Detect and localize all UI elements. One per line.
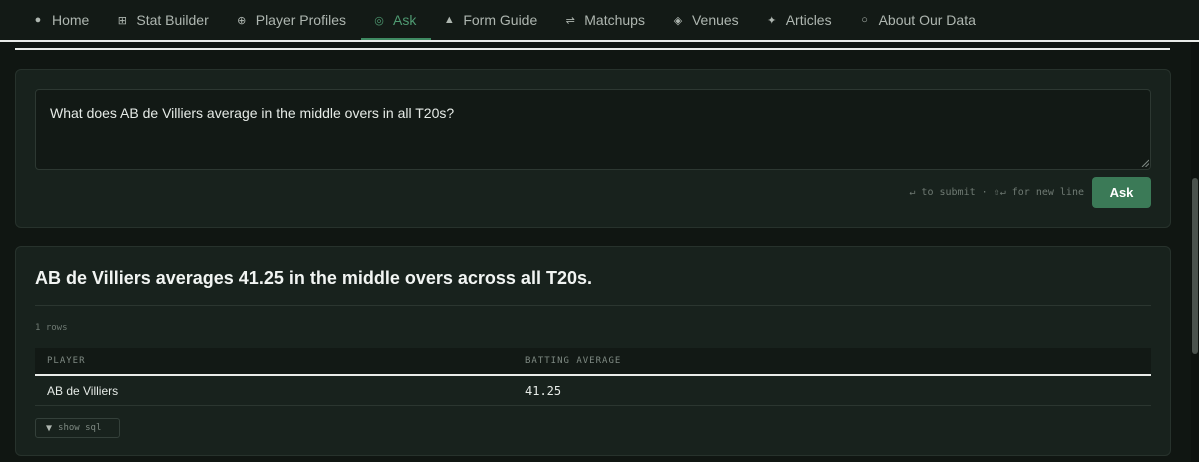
nav-venues[interactable]: ◈ Venues xyxy=(660,0,754,40)
nav-player-profiles[interactable]: ⊕ Player Profiles xyxy=(224,0,361,40)
question-input[interactable]: What does AB de Villiers average in the … xyxy=(35,89,1151,170)
table-header: Player Batting Average xyxy=(35,348,1151,376)
table-row: AB de Villiers 41.25 xyxy=(35,376,1151,406)
triangle-icon: ▲ xyxy=(443,14,455,26)
column-header-batting-average: Batting Average xyxy=(525,356,622,366)
nav-divider xyxy=(0,40,1199,42)
swap-arrows-icon: ⇌ xyxy=(565,14,575,27)
diamond-icon: ◈ xyxy=(673,14,683,27)
answer-summary-prefix: AB de Villiers averages xyxy=(35,268,239,288)
cell-batting-average: 41.25 xyxy=(525,383,562,398)
nav-matchups[interactable]: ⇌ Matchups xyxy=(552,0,660,40)
nav-venues-label: Venues xyxy=(691,12,739,28)
nav-about-our-data-label: About Our Data xyxy=(878,12,976,28)
answer-panel: AB de Villiers averages 41.25 in the mid… xyxy=(15,246,1171,456)
nav-matchups-label: Matchups xyxy=(584,12,645,28)
content-divider xyxy=(15,48,1170,50)
nav-articles[interactable]: ✦ Articles xyxy=(754,0,847,40)
answer-summary-value: 41.25 xyxy=(238,268,284,288)
scrollbar-thumb[interactable] xyxy=(1192,178,1198,354)
ask-icon: ◎ xyxy=(374,14,384,27)
nav-stat-builder-label: Stat Builder xyxy=(136,12,209,28)
ask-panel: What does AB de Villiers average in the … xyxy=(15,69,1171,228)
nav-player-profiles-label: Player Profiles xyxy=(255,12,346,28)
top-nav: ● Home ⊞ Stat Builder ⊕ Player Profiles … xyxy=(0,0,1199,40)
column-header-player: Player xyxy=(47,356,86,366)
nav-form-guide[interactable]: ▲ Form Guide xyxy=(431,0,552,40)
nav-stat-builder[interactable]: ⊞ Stat Builder xyxy=(104,0,223,40)
grid-icon: ⊞ xyxy=(117,14,127,27)
triangle-down-icon: ▼ xyxy=(46,422,53,434)
rows-count: 1 rows xyxy=(35,323,68,333)
nav-ask-label: Ask xyxy=(393,12,417,28)
circle-icon: ○ xyxy=(861,14,868,26)
resize-handle-icon[interactable] xyxy=(1141,159,1149,167)
results-table: Player Batting Average AB de Villiers 41… xyxy=(35,348,1151,406)
answer-summary: AB de Villiers averages 41.25 in the mid… xyxy=(35,268,592,289)
nav-ask[interactable]: ◎ Ask xyxy=(361,0,432,40)
home-icon: ● xyxy=(34,14,42,26)
nav-articles-label: Articles xyxy=(785,12,832,28)
nav-about-our-data[interactable]: ○ About Our Data xyxy=(847,0,991,40)
sparkle-icon: ✦ xyxy=(767,14,777,27)
show-sql-button[interactable]: ▼ show sql xyxy=(35,418,120,438)
answer-divider xyxy=(35,305,1151,306)
nav-home-label: Home xyxy=(52,12,90,28)
nav-home[interactable]: ● Home xyxy=(20,0,104,40)
cell-player: AB de Villiers xyxy=(47,383,119,398)
nav-form-guide-label: Form Guide xyxy=(463,12,538,28)
show-sql-label: show sql xyxy=(58,423,102,433)
submit-hint: ↵ to submit · ⇧↵ for new line xyxy=(909,187,1084,198)
profile-icon: ⊕ xyxy=(237,14,247,27)
ask-button[interactable]: Ask xyxy=(1092,177,1151,208)
answer-summary-suffix: in the middle overs across all T20s. xyxy=(283,268,592,288)
